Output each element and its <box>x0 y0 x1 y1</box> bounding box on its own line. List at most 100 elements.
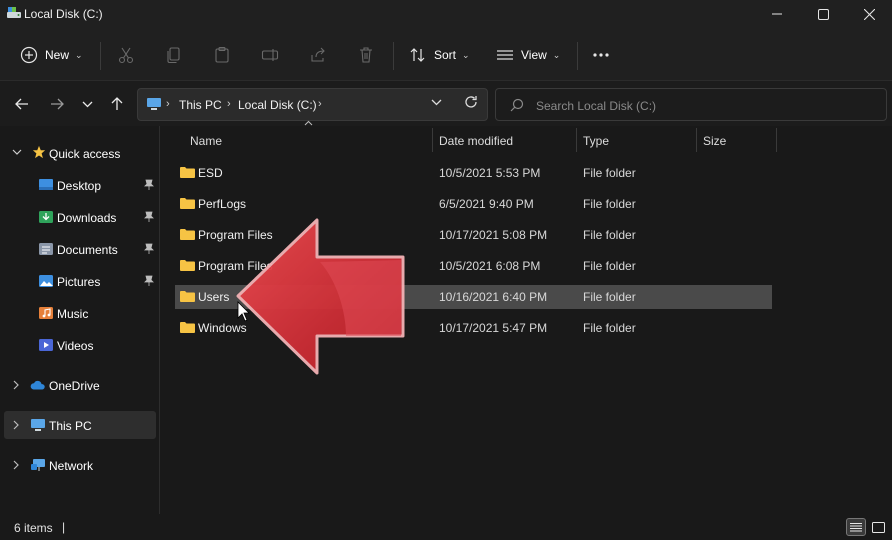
rename-button[interactable] <box>257 42 283 68</box>
address-history-dropdown[interactable] <box>431 97 442 109</box>
table-row[interactable]: ESD 10/5/2021 5:53 PM File folder <box>175 161 772 185</box>
sidebar-item-pictures[interactable]: Pictures <box>4 267 156 295</box>
paste-button[interactable] <box>209 42 235 68</box>
title-bar: Local Disk (C:) <box>0 0 892 28</box>
large-icons-view-button[interactable] <box>868 518 888 536</box>
column-header-type[interactable]: Type <box>583 128 609 154</box>
pin-icon <box>144 243 154 254</box>
details-view-button[interactable] <box>846 518 866 536</box>
breadcrumb-local-disk[interactable]: Local Disk (C:) <box>238 98 317 112</box>
minimize-icon <box>772 13 782 15</box>
table-row[interactable]: Program Files 10/5/2021 6:08 PM File fol… <box>175 254 772 278</box>
cut-button[interactable] <box>113 42 139 68</box>
delete-icon <box>360 47 372 63</box>
column-header-date-modified[interactable]: Date modified <box>439 128 513 154</box>
this-pc-icon <box>147 98 161 110</box>
pin-icon <box>144 179 154 190</box>
new-button[interactable]: New ⌄ <box>20 40 83 70</box>
sidebar-item-videos[interactable]: Videos <box>4 331 156 359</box>
sort-icon <box>410 48 425 62</box>
column-divider[interactable] <box>696 128 697 152</box>
sidebar-item-label: This PC <box>49 419 92 433</box>
sidebar-item-desktop[interactable]: Desktop <box>4 171 156 199</box>
arrow-right-icon <box>51 98 64 110</box>
desktop-icon <box>39 179 53 190</box>
status-bar: 6 items | <box>0 514 892 540</box>
close-icon <box>863 8 875 20</box>
sidebar-item-quick-access[interactable]: Quick access <box>4 139 156 167</box>
arrow-left-icon <box>15 98 28 110</box>
view-button[interactable]: View ⌄ <box>496 40 560 70</box>
sidebar-item-label: Videos <box>57 339 94 353</box>
sidebar-item-label: Network <box>49 459 94 473</box>
file-type: File folder <box>583 228 636 242</box>
sidebar-item-label: Music <box>57 307 89 321</box>
pictures-icon <box>39 275 53 287</box>
sidebar-item-label: Desktop <box>57 179 102 193</box>
this-pc-icon <box>31 419 45 431</box>
new-label: New <box>45 48 70 62</box>
status-separator: | <box>62 520 66 534</box>
sidebar-item-this-pc[interactable]: This PC <box>4 411 156 439</box>
file-date: 10/16/2021 6:40 PM <box>439 290 548 304</box>
chevron-right-icon: › <box>227 98 231 110</box>
sidebar-item-documents[interactable]: Documents <box>4 235 156 263</box>
column-header-name[interactable]: Name <box>190 128 222 154</box>
chevron-down-icon: ⌄ <box>462 49 470 60</box>
star-icon <box>32 145 46 159</box>
share-icon <box>311 47 325 62</box>
breadcrumb-this-pc[interactable]: This PC <box>179 98 222 112</box>
file-name: PerfLogs <box>198 197 247 211</box>
chevron-right-icon: › <box>318 98 322 110</box>
sidebar-item-music[interactable]: Music <box>4 299 156 327</box>
forward-button[interactable] <box>46 93 68 115</box>
plus-circle-icon <box>20 46 38 64</box>
file-name: Program Files <box>198 259 273 273</box>
chevron-down-icon <box>431 99 442 106</box>
share-button[interactable] <box>305 42 331 68</box>
paste-icon <box>215 46 229 63</box>
command-bar: New ⌄ Sort ⌄ View ⌄ <box>0 28 892 80</box>
chevron-down-icon: ⌄ <box>552 49 561 60</box>
refresh-button[interactable] <box>464 95 478 112</box>
chevron-right-icon <box>13 460 19 470</box>
sidebar-item-downloads[interactable]: Downloads <box>4 203 156 231</box>
file-name: Windows <box>198 321 247 335</box>
column-header-size[interactable]: Size <box>703 128 726 154</box>
file-type: File folder <box>583 259 636 273</box>
close-button[interactable] <box>846 0 892 28</box>
column-divider[interactable] <box>432 128 433 152</box>
view-icon <box>497 50 513 60</box>
column-divider[interactable] <box>776 128 777 152</box>
arrow-up-icon <box>111 97 123 110</box>
up-button[interactable] <box>106 93 128 115</box>
search-icon <box>510 98 524 112</box>
minimize-button[interactable] <box>754 0 800 28</box>
folder-icon <box>180 322 195 333</box>
music-icon <box>39 307 53 319</box>
chevron-down-icon <box>12 149 22 155</box>
file-date: 10/17/2021 5:08 PM <box>439 228 548 242</box>
view-label: View <box>521 48 547 62</box>
recent-locations-button[interactable] <box>76 93 98 115</box>
maximize-button[interactable] <box>800 0 846 28</box>
toolbar-divider <box>100 42 101 70</box>
address-bar[interactable]: › This PC › Local Disk (C:) › <box>137 88 488 121</box>
toolbar-divider <box>393 42 394 70</box>
pin-icon <box>144 211 154 222</box>
folder-icon <box>180 260 195 271</box>
search-box[interactable]: Search Local Disk (C:) <box>495 88 887 121</box>
table-row-selected[interactable]: Users 10/16/2021 6:40 PM File folder <box>175 285 772 309</box>
table-row[interactable]: Windows 10/17/2021 5:47 PM File folder <box>175 316 772 340</box>
column-divider[interactable] <box>576 128 577 152</box>
table-row[interactable]: Program Files 10/17/2021 5:08 PM File fo… <box>175 223 772 247</box>
more-options-button[interactable] <box>588 42 614 68</box>
sidebar-item-label: Documents <box>57 243 118 257</box>
back-button[interactable] <box>11 93 33 115</box>
copy-button[interactable] <box>161 42 187 68</box>
sidebar-item-network[interactable]: Network <box>4 451 156 479</box>
table-row[interactable]: PerfLogs 6/5/2021 9:40 PM File folder <box>175 192 772 216</box>
sidebar-item-onedrive[interactable]: OneDrive <box>4 371 156 399</box>
sort-button[interactable]: Sort ⌄ <box>409 40 470 70</box>
delete-button[interactable] <box>353 42 379 68</box>
